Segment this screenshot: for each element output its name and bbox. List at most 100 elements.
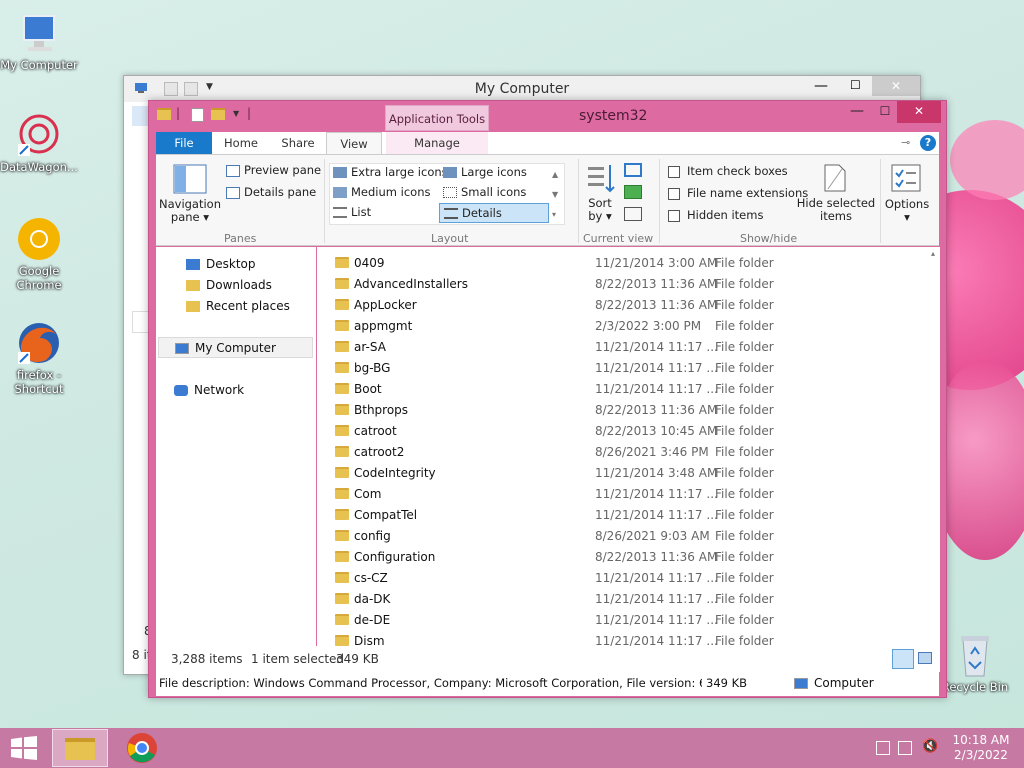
navigation-pane-button[interactable]: Navigation pane ▾ (156, 198, 224, 224)
group-by-icon[interactable] (624, 163, 642, 177)
layout-option-extra-large-icons[interactable]: Extra large icons (333, 165, 448, 179)
details-pane-button[interactable]: Details pane (226, 185, 316, 199)
nav-item-network[interactable]: Network (174, 383, 244, 397)
file-row[interactable]: ar-SA 11/21/2014 11:17 ... File folder (317, 337, 917, 358)
chevron-down-icon[interactable]: ▼ (233, 109, 239, 118)
desktop-icon-firefox[interactable]: firefox - Shortcut (0, 320, 78, 396)
clock-time: 10:18 AM (952, 733, 1010, 747)
file-type: File folder (715, 592, 774, 606)
file-row[interactable]: AppLocker 8/22/2013 11:36 AM File folder (317, 295, 917, 316)
properties-icon[interactable] (191, 108, 204, 122)
layout-gallery-scroll[interactable]: ▲ ▼ ▾ (552, 165, 558, 225)
group-label-panes: Panes (224, 232, 257, 245)
close-button[interactable]: ✕ (897, 101, 941, 123)
layout-option-large-icons[interactable]: Large icons (443, 165, 527, 179)
file-row[interactable]: CodeIntegrity 11/21/2014 3:48 AM File fold… (317, 463, 917, 484)
window-title: system32 (579, 108, 648, 124)
help-icon[interactable]: ? (920, 135, 936, 151)
title-bar[interactable]: | ▼ | Application Tools system32 — ☐ ✕ (149, 101, 946, 131)
recycle-bin-icon (957, 632, 993, 678)
desktop-icon-google-chrome[interactable]: Google Chrome (0, 216, 78, 292)
item-check-boxes-checkbox[interactable] (668, 166, 680, 178)
file-row[interactable]: Com 11/21/2014 11:17 ... File folder (317, 484, 917, 505)
sort-by-button[interactable]: Sort by ▾ (582, 197, 618, 223)
nav-item-my-computer[interactable]: My Computer (158, 337, 313, 358)
file-row[interactable]: Configuration 8/22/2013 11:36 AM File fold… (317, 547, 917, 568)
taskbar-file-explorer[interactable] (52, 729, 108, 767)
recent-places-icon (186, 301, 200, 312)
file-row[interactable]: Boot 11/21/2014 11:17 ... File folder (317, 379, 917, 400)
layout-option-small-icons[interactable]: Small icons (443, 185, 526, 199)
hide-selected-items-button[interactable]: Hide selected items (796, 197, 876, 223)
minimize-button[interactable]: — (814, 78, 828, 94)
file-row[interactable]: catroot 8/22/2013 10:45 AM File folder (317, 421, 917, 442)
explorer-window[interactable]: | ▼ | Application Tools system32 — ☐ ✕ F… (148, 100, 947, 743)
windows-logo-icon (11, 736, 37, 760)
action-center-icon[interactable] (876, 741, 890, 755)
size-columns-icon[interactable] (624, 207, 642, 221)
folder-icon (335, 320, 349, 331)
tab-file[interactable]: File (156, 132, 212, 154)
layout-option-details[interactable]: Details (439, 203, 549, 223)
nav-item-desktop[interactable]: Desktop (186, 257, 256, 271)
new-folder-icon[interactable] (211, 108, 225, 120)
desktop-icon-label: Recycle Bin (941, 680, 1009, 694)
taskbar-chrome[interactable] (126, 732, 158, 767)
file-row[interactable]: bg-BG 11/21/2014 11:17 ... File folder (317, 358, 917, 379)
file-row[interactable]: CompatTel 11/21/2014 11:17 ... File folder (317, 505, 917, 526)
options-label: Options (884, 197, 930, 211)
tab-manage[interactable]: Manage (386, 132, 488, 154)
details-bar: File description: Windows Command Proces… (156, 672, 939, 696)
pin-ribbon-icon[interactable]: ⊸ (901, 136, 910, 149)
title-bar[interactable]: ▼ My Computer — ☐ ✕ (124, 76, 920, 102)
file-row[interactable]: cs-CZ 11/21/2014 11:17 ... File folder (317, 568, 917, 589)
folder-icon (335, 446, 349, 457)
tab-share[interactable]: Share (270, 132, 326, 154)
file-type: File folder (715, 529, 774, 543)
extra-large-icons-icon (333, 167, 347, 178)
maximize-button[interactable]: ☐ (850, 78, 861, 92)
file-date: 8/26/2021 3:46 PM (595, 445, 709, 459)
file-row[interactable]: Bthprops 8/22/2013 11:36 AM File folder (317, 400, 917, 421)
preview-pane-button[interactable]: Preview pane (226, 163, 321, 177)
file-row[interactable]: appmgmt 2/3/2022 3:00 PM File folder (317, 316, 917, 337)
file-row[interactable]: de-DE 11/21/2014 11:17 ... File folder (317, 610, 917, 631)
options-button[interactable]: Options ▾ (882, 198, 932, 224)
file-row[interactable]: AdvancedInstallers 8/22/2013 11:36 AM File… (317, 274, 917, 295)
file-name-extensions-checkbox[interactable] (668, 188, 680, 200)
file-type: File folder (715, 424, 774, 438)
clock[interactable]: 10:18 AM 2/3/2022 (946, 733, 1016, 763)
minimize-button[interactable]: — (843, 101, 871, 123)
scroll-up-icon[interactable]: ▴ (931, 249, 935, 258)
start-button[interactable] (10, 736, 38, 763)
tab-view[interactable]: View (326, 132, 382, 155)
file-row[interactable]: da-DK 11/21/2014 11:17 ... File folder (317, 589, 917, 610)
desktop-icon-my-computer[interactable]: My Computer (0, 10, 78, 72)
file-date: 11/21/2014 11:17 ... (595, 508, 718, 522)
file-name: AppLocker (354, 298, 417, 312)
file-type: File folder (715, 256, 774, 270)
nav-item-downloads[interactable]: Downloads (186, 278, 272, 292)
file-row[interactable]: catroot2 8/26/2021 3:46 PM File folder (317, 442, 917, 463)
desktop-icon (186, 259, 200, 270)
file-name: Boot (354, 382, 382, 396)
large-icons-view-button[interactable] (918, 652, 932, 664)
layout-option-list[interactable]: List (333, 205, 371, 219)
volume-muted-icon[interactable]: 🔇 (922, 739, 938, 754)
details-view-button[interactable] (892, 649, 914, 669)
file-row[interactable]: 0409 11/21/2014 3:00 AM File folder (317, 253, 917, 274)
file-name-extensions-label: File name extensions (687, 186, 809, 200)
nav-item-recent-places[interactable]: Recent places (186, 299, 290, 313)
close-button[interactable]: ✕ (872, 76, 920, 96)
tab-home[interactable]: Home (212, 132, 270, 154)
layout-option-medium-icons[interactable]: Medium icons (333, 185, 430, 199)
vertical-scrollbar[interactable]: ▴ ▾ (929, 247, 940, 743)
maximize-button[interactable]: ☐ (871, 101, 899, 123)
hidden-items-checkbox[interactable] (668, 210, 680, 222)
desktop-icon-recycle-bin[interactable]: Recycle Bin (936, 632, 1014, 694)
network-tray-icon[interactable] (898, 741, 912, 755)
file-row[interactable]: config 8/26/2021 9:03 AM File folder (317, 526, 917, 547)
clock-date: 2/3/2022 (954, 748, 1008, 762)
add-columns-icon[interactable] (624, 185, 642, 199)
desktop-icon-datawagon[interactable]: DataWagon... (0, 112, 78, 174)
